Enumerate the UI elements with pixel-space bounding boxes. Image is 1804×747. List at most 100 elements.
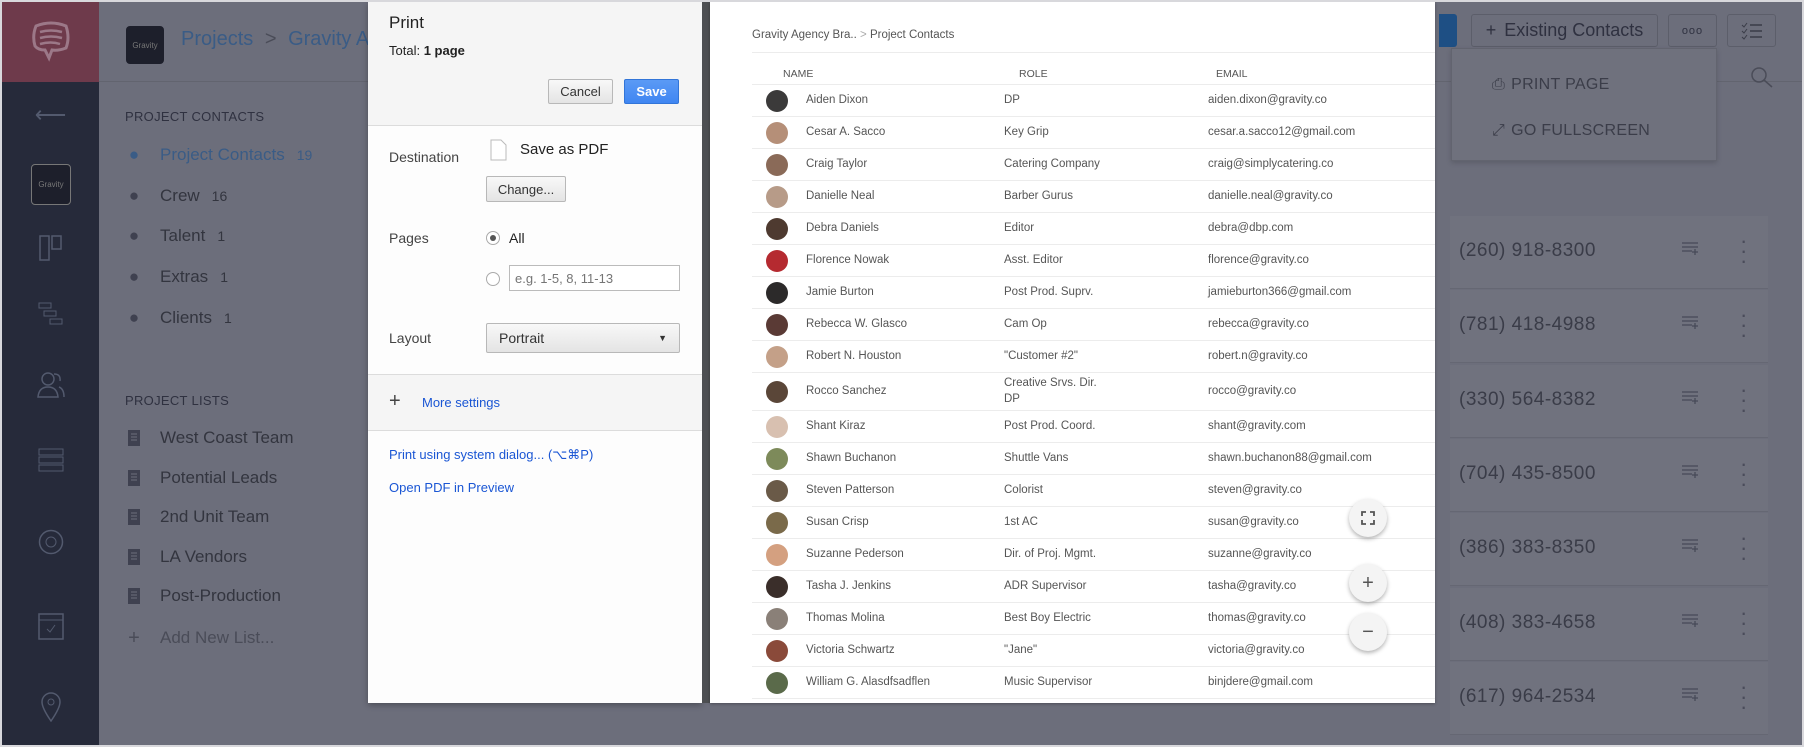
table-row: Robert N. Houston "Customer #2" robert.n…	[752, 341, 1435, 373]
avatar	[766, 672, 788, 694]
role-text: Post Prod. Coord.	[1004, 420, 1096, 432]
row-menu-icon[interactable]: · · ·	[1740, 378, 1747, 420]
zoom-out-button[interactable]: −	[1349, 613, 1387, 651]
nav-item-crew[interactable]: ● Crew 16	[125, 181, 227, 211]
back-arrow-icon[interactable]: ⟵	[2, 102, 99, 128]
aperture-icon[interactable]	[2, 529, 99, 555]
contact-row[interactable]: (408) 383-4658 · · ·	[1450, 587, 1768, 661]
contact-row[interactable]: (260) 918-8300 · · ·	[1450, 216, 1768, 289]
board-icon[interactable]	[2, 235, 99, 261]
existing-contacts-button[interactable]: + Existing Contacts	[1471, 14, 1658, 47]
table-row: Suzanne Pederson Dir. of Proj. Mgmt. suz…	[752, 539, 1435, 571]
add-to-list-icon[interactable]	[1682, 538, 1700, 553]
cancel-button[interactable]: Cancel	[548, 79, 613, 104]
list-item-2nd-unit-team[interactable]: 2nd Unit Team	[125, 502, 269, 532]
breadcrumb-projects[interactable]: Projects	[181, 28, 253, 50]
more-settings-link[interactable]: More settings	[422, 395, 500, 410]
list-item-potential-leads[interactable]: Potential Leads	[125, 463, 277, 493]
contact-role: Barber Gurus	[1004, 188, 1073, 204]
contact-row[interactable]: (617) 964-2534 · · ·	[1450, 661, 1768, 735]
table-row: Craig Taylor Catering Company craig@simp…	[752, 149, 1435, 181]
row-menu-icon[interactable]: · · ·	[1740, 230, 1747, 272]
contacts-icon[interactable]	[2, 370, 99, 398]
phone-number: (330) 564-8382	[1459, 388, 1596, 410]
preview-divider	[702, 2, 710, 703]
add-new-list-button[interactable]: + Add New List...	[125, 623, 274, 653]
nav-item-clients[interactable]: ● Clients 1	[125, 303, 232, 333]
more-options-button[interactable]: ooo	[1668, 14, 1717, 47]
add-to-list-icon[interactable]	[1682, 315, 1700, 330]
pages-range-input[interactable]	[509, 265, 680, 291]
contact-name: William G. Alasdfsadflen	[806, 676, 930, 688]
pages-all-radio[interactable]	[486, 231, 500, 245]
plus-icon: +	[128, 626, 140, 649]
nav-item-project-contacts[interactable]: ● Project Contacts 19	[125, 140, 312, 170]
contact-row[interactable]: (781) 418-4988 · · ·	[1450, 290, 1768, 364]
search-icon[interactable]	[1750, 66, 1774, 95]
nav-item-talent[interactable]: ● Talent 1	[125, 221, 225, 251]
list-document-icon	[125, 430, 143, 446]
timeline-icon[interactable]	[2, 302, 99, 326]
list-item-label: 2nd Unit Team	[160, 507, 270, 526]
contact-name: Steven Patterson	[806, 484, 895, 496]
app-logo[interactable]	[2, 2, 99, 82]
location-pin-icon[interactable]	[2, 692, 99, 722]
contact-row[interactable]: (386) 383-8350 · · ·	[1450, 513, 1768, 587]
contact-row[interactable]: (704) 435-8500 · · ·	[1450, 438, 1768, 512]
save-button[interactable]: Save	[624, 79, 679, 104]
table-row: Aiden Dixon DP aiden.dixon@gravity.co	[752, 85, 1435, 117]
list-item-west-coast-team[interactable]: West Coast Team	[125, 423, 294, 453]
list-item-la-vendors[interactable]: LA Vendors	[125, 542, 247, 572]
checklist-button[interactable]	[1727, 14, 1776, 47]
gravity-project-icon[interactable]: Gravity	[31, 164, 71, 205]
more-icon: ooo	[1681, 24, 1704, 37]
table-row: Cesar A. Sacco Key Grip cesar.a.sacco12@…	[752, 117, 1435, 149]
app-window: ⟵ Gravity Gravity Projects > Gravity Age…	[0, 0, 1804, 747]
add-to-list-icon[interactable]	[1682, 687, 1700, 701]
nav-item-count: 19	[296, 147, 313, 163]
fit-to-page-button[interactable]	[1349, 499, 1387, 537]
breadcrumb-separator: >	[860, 29, 867, 41]
zoom-in-button[interactable]: +	[1349, 564, 1387, 602]
list-document-icon	[125, 509, 143, 525]
contact-row[interactable]: (330) 564-8382 · · ·	[1450, 364, 1768, 438]
role-text: Key Grip	[1004, 126, 1049, 138]
contact-name: Susan Crisp	[806, 516, 869, 528]
contact-name: Suzanne Pederson	[806, 548, 904, 560]
row-menu-icon[interactable]: · · ·	[1740, 304, 1747, 346]
contact-email: jamieburton366@gmail.com	[1208, 286, 1352, 298]
avatar	[766, 314, 788, 336]
open-pdf-preview-link[interactable]: Open PDF in Preview	[389, 480, 514, 495]
row-menu-icon[interactable]: · · ·	[1740, 452, 1747, 494]
role-text: Shuttle Vans	[1004, 452, 1069, 464]
dropdown-arrow-icon: ▼	[658, 333, 667, 343]
list-item-post-production[interactable]: Post-Production	[125, 581, 281, 611]
add-to-list-icon[interactable]	[1682, 464, 1700, 478]
primary-action-button[interactable]	[1439, 14, 1457, 47]
existing-contacts-label: Existing Contacts	[1504, 20, 1644, 40]
add-to-list-icon[interactable]	[1682, 613, 1700, 627]
layout-label: Layout	[389, 330, 432, 346]
change-destination-button[interactable]: Change...	[486, 176, 566, 202]
expand-icon: ⤢	[1492, 122, 1506, 139]
more-settings-row[interactable]: + More settings	[368, 374, 702, 431]
list-icon[interactable]	[2, 448, 99, 472]
column-header-role: ROLE	[1019, 68, 1048, 80]
contact-name: Tasha J. Jenkins	[806, 580, 892, 592]
row-menu-icon[interactable]: · · ·	[1740, 675, 1747, 717]
calendar-icon[interactable]	[2, 610, 99, 640]
print-page-menu-item[interactable]: ⎙ PRINT PAGE	[1492, 76, 1610, 94]
contact-role: Best Boy Electric	[1004, 610, 1091, 626]
pages-custom-radio[interactable]	[486, 272, 500, 286]
add-to-list-icon[interactable]	[1682, 390, 1700, 404]
row-menu-icon[interactable]: · · ·	[1740, 601, 1747, 643]
layout-select[interactable]: Portrait ▼	[486, 323, 680, 353]
nav-item-extras[interactable]: ● Extras 1	[125, 262, 228, 292]
contact-role: Key Grip	[1004, 124, 1049, 140]
row-menu-icon[interactable]: · · ·	[1740, 527, 1747, 569]
add-to-list-icon[interactable]	[1682, 241, 1700, 255]
avatar	[766, 250, 788, 272]
go-fullscreen-menu-item[interactable]: ⤢ GO FULLSCREEN	[1492, 122, 1650, 140]
system-dialog-link[interactable]: Print using system dialog... (⌥⌘P)	[389, 447, 593, 463]
contact-email: rocco@gravity.co	[1208, 385, 1297, 397]
